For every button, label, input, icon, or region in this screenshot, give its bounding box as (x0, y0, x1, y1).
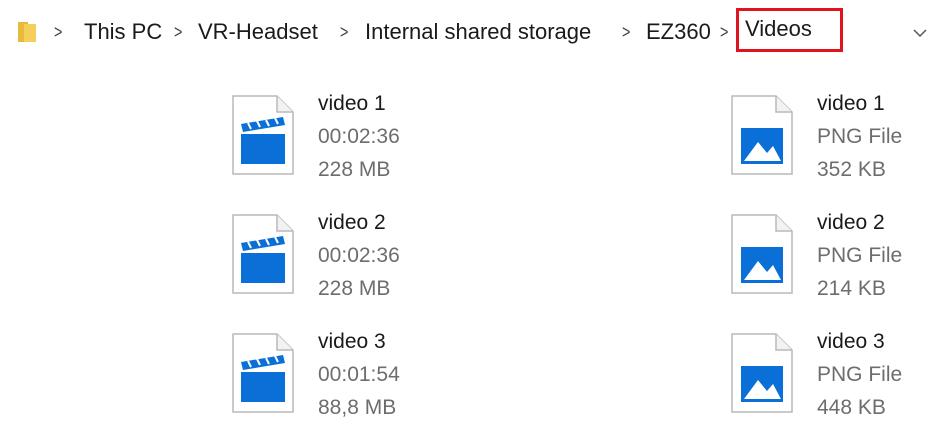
file-name: video 1 (318, 92, 386, 115)
file-item[interactable]: video 1 00:02:36 228 MB (231, 90, 491, 190)
file-name: video 1 (817, 92, 885, 115)
chevron-down-icon[interactable] (913, 28, 927, 38)
breadcrumb-separator-icon: > (54, 22, 63, 42)
breadcrumb-item-vr-headset[interactable]: VR-Headset (198, 17, 318, 47)
file-name: video 2 (318, 211, 386, 234)
file-item[interactable]: video 2 00:02:36 228 MB (231, 209, 491, 309)
file-size: 88,8 MB (318, 396, 397, 419)
file-size: 228 MB (318, 158, 391, 181)
video-file-icon (232, 95, 294, 175)
breadcrumb-separator-icon[interactable]: > (340, 17, 348, 47)
file-item[interactable]: video 1 PNG File 352 KB (730, 90, 932, 190)
video-file-icon (232, 333, 294, 413)
file-name: video 2 (817, 211, 885, 234)
image-file-icon (731, 333, 793, 413)
breadcrumb-separator-icon[interactable]: > (174, 17, 182, 47)
image-file-icon (731, 214, 793, 294)
breadcrumb-item-ez360[interactable]: EZ360 (646, 17, 711, 47)
breadcrumb-separator-icon[interactable]: > (720, 17, 728, 47)
file-name: video 3 (817, 330, 885, 353)
file-name: video 3 (318, 330, 386, 353)
file-size: 352 KB (817, 158, 886, 181)
file-type: PNG File (817, 363, 903, 386)
file-duration: 00:02:36 (318, 244, 400, 267)
breadcrumb-item-internal-shared-storage[interactable]: Internal shared storage (365, 17, 591, 47)
image-file-icon (731, 95, 793, 175)
file-type: PNG File (817, 244, 903, 267)
breadcrumb-item-videos[interactable]: Videos (737, 8, 820, 50)
file-duration: 00:02:36 (318, 125, 400, 148)
file-size: 448 KB (817, 396, 886, 419)
file-size: 214 KB (817, 277, 886, 300)
file-item[interactable]: video 2 PNG File 214 KB (730, 209, 932, 309)
file-type: PNG File (817, 125, 903, 148)
breadcrumb-separator-icon[interactable]: > (622, 17, 630, 47)
folder-icon (18, 22, 36, 42)
file-item[interactable]: video 3 PNG File 448 KB (730, 328, 932, 428)
file-item[interactable]: video 3 00:01:54 88,8 MB (231, 328, 491, 428)
breadcrumb-item-this-pc[interactable]: This PC (84, 17, 162, 47)
address-bar[interactable]: > This PC > VR-Headset > Internal shared… (0, 0, 932, 62)
file-duration: 00:01:54 (318, 363, 400, 386)
video-file-icon (232, 214, 294, 294)
file-size: 228 MB (318, 277, 391, 300)
